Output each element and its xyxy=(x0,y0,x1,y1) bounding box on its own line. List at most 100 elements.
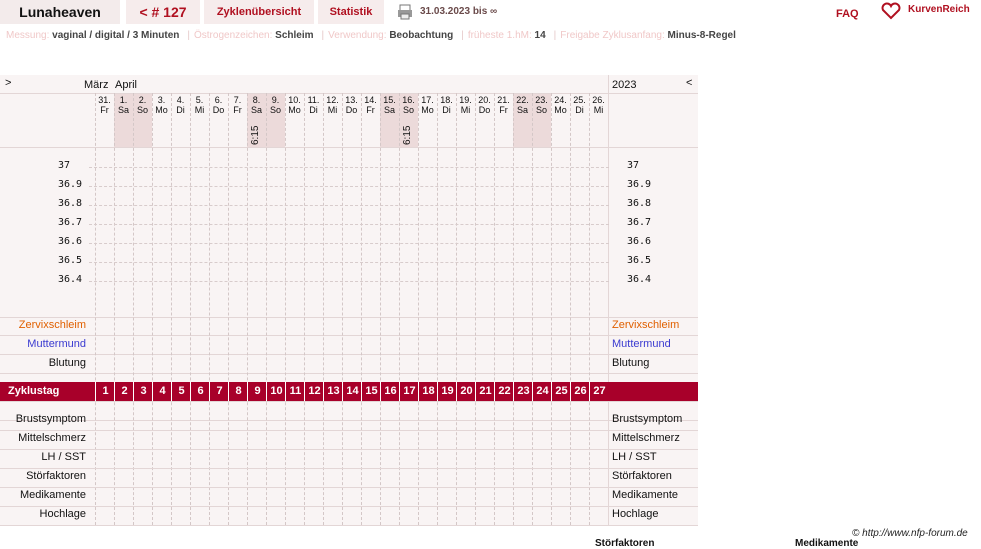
day-weekday: Sa xyxy=(250,105,262,115)
faq-link[interactable]: FAQ xyxy=(836,8,859,20)
day-column-line xyxy=(475,93,476,525)
day-weekday: Fr xyxy=(366,105,375,115)
measurement-time: 6:15 xyxy=(250,125,261,145)
separator: | xyxy=(187,30,190,41)
cycle-day-cell: 10 xyxy=(266,382,286,401)
day-weekday: Di xyxy=(575,105,584,115)
day-header[interactable]: 16. So xyxy=(399,95,418,115)
print-icon[interactable] xyxy=(398,4,412,23)
info-value: vaginal / digital / 3 Minuten xyxy=(52,30,180,41)
day-column-line xyxy=(494,93,495,525)
temp-label-left: 36.6 xyxy=(58,236,83,247)
settings-summary: Messung: vaginal / digital / 3 Minuten | Ö… xyxy=(6,30,740,41)
day-weekday: So xyxy=(136,105,148,115)
day-date: 26. xyxy=(592,95,605,105)
day-header[interactable]: 3. Mo xyxy=(152,95,171,115)
temp-label-left: 36.4 xyxy=(58,274,83,285)
day-column-line xyxy=(133,93,134,525)
cycle-day-cell: 19 xyxy=(437,382,457,401)
cycle-day-cell: 9 xyxy=(247,382,267,401)
day-column-line xyxy=(285,93,286,525)
row-label-right: LH / SST xyxy=(612,451,657,463)
day-column-line xyxy=(228,93,229,525)
day-header[interactable]: 19. Mi xyxy=(456,95,475,115)
cycle-day-cell: 20 xyxy=(456,382,476,401)
day-date: 19. xyxy=(459,95,472,105)
left-border-line xyxy=(608,75,609,525)
grid-line xyxy=(0,401,698,402)
info-key: Messung: xyxy=(6,30,50,41)
day-header[interactable]: 5. Mi xyxy=(190,95,209,115)
day-header[interactable]: 6. Do xyxy=(209,95,228,115)
day-header[interactable]: 17. Mo xyxy=(418,95,437,115)
day-column-line xyxy=(209,93,210,525)
month-label: März xyxy=(84,79,109,91)
day-weekday: So xyxy=(402,105,414,115)
grid-line xyxy=(0,335,698,336)
day-header[interactable]: 2. So xyxy=(133,95,152,115)
temp-label-left: 36.5 xyxy=(58,255,83,266)
day-weekday: Mo xyxy=(421,105,434,115)
day-weekday: Mi xyxy=(593,105,604,115)
day-header[interactable]: 15. Sa xyxy=(380,95,399,115)
info-value: Beobachtung xyxy=(389,30,454,41)
day-column-line xyxy=(399,93,400,525)
day-date: 14. xyxy=(364,95,377,105)
day-header[interactable]: 12. Mi xyxy=(323,95,342,115)
day-column-line xyxy=(190,93,191,525)
day-header[interactable]: 20. Do xyxy=(475,95,494,115)
temp-tick xyxy=(89,224,609,225)
temp-label-left: 36.8 xyxy=(58,198,83,209)
day-header[interactable]: 14. Fr xyxy=(361,95,380,115)
separator: | xyxy=(321,30,325,41)
day-header[interactable]: 18. Di xyxy=(437,95,456,115)
cycle-day-cell: 6 xyxy=(190,382,210,401)
day-date: 6. xyxy=(214,95,223,105)
info-key: Östrogenzeichen: xyxy=(194,30,273,41)
day-column-line xyxy=(570,93,571,525)
tab-statistics[interactable]: Statistik xyxy=(318,0,384,24)
row-label-left: LH / SST xyxy=(41,451,86,463)
day-header[interactable]: 13. Do xyxy=(342,95,361,115)
cycle-day-cell: 14 xyxy=(342,382,362,401)
tab-cycle-overview[interactable]: Zyklenübersicht xyxy=(204,0,314,24)
row-label-left: Mittelschmerz xyxy=(18,432,86,444)
day-header[interactable]: 7. Fr xyxy=(228,95,247,115)
day-header[interactable]: 26. Mi xyxy=(589,95,608,115)
day-header[interactable]: 25. Di xyxy=(570,95,589,115)
day-column-line xyxy=(342,93,343,525)
temp-label-left: 36.7 xyxy=(58,217,83,228)
day-date: 21. xyxy=(497,95,510,105)
day-header[interactable]: 11. Di xyxy=(304,95,323,115)
day-header[interactable]: 22. Sa xyxy=(513,95,532,115)
next-cycle-arrow[interactable]: < xyxy=(686,77,692,89)
day-header[interactable]: 4. Di xyxy=(171,95,190,115)
day-weekday: Do xyxy=(478,105,491,115)
day-weekday: Do xyxy=(212,105,225,115)
day-header[interactable]: 8. Sa xyxy=(247,95,266,115)
grid-line xyxy=(0,93,698,94)
day-header[interactable]: 31. Fr xyxy=(95,95,114,115)
day-date: 11. xyxy=(307,95,320,105)
cycle-day-cell: 16 xyxy=(380,382,400,401)
day-header[interactable]: 24. Mo xyxy=(551,95,570,115)
temp-label-right: 36.7 xyxy=(627,217,652,228)
day-date: 9. xyxy=(271,95,280,105)
row-label-right: Störfaktoren xyxy=(612,470,672,482)
day-date: 18. xyxy=(440,95,453,105)
prev-cycle-arrow[interactable]: > xyxy=(5,77,11,89)
cycle-day-cell: 27 xyxy=(589,382,609,401)
day-header[interactable]: 21. Fr xyxy=(494,95,513,115)
temp-tick xyxy=(89,167,609,168)
day-date: 8. xyxy=(252,95,261,105)
day-date: 1. xyxy=(119,95,128,105)
previous-cycle-link[interactable]: < # 127 xyxy=(126,0,200,24)
brand-name[interactable]: KurvenReich xyxy=(908,4,970,15)
day-header[interactable]: 9. So xyxy=(266,95,285,115)
day-header[interactable]: 1. Sa xyxy=(114,95,133,115)
day-column-line xyxy=(513,93,514,525)
day-header[interactable]: 23. So xyxy=(532,95,551,115)
day-date: 25. xyxy=(573,95,586,105)
day-header[interactable]: 10. Mo xyxy=(285,95,304,115)
day-weekday: Fr xyxy=(233,105,242,115)
